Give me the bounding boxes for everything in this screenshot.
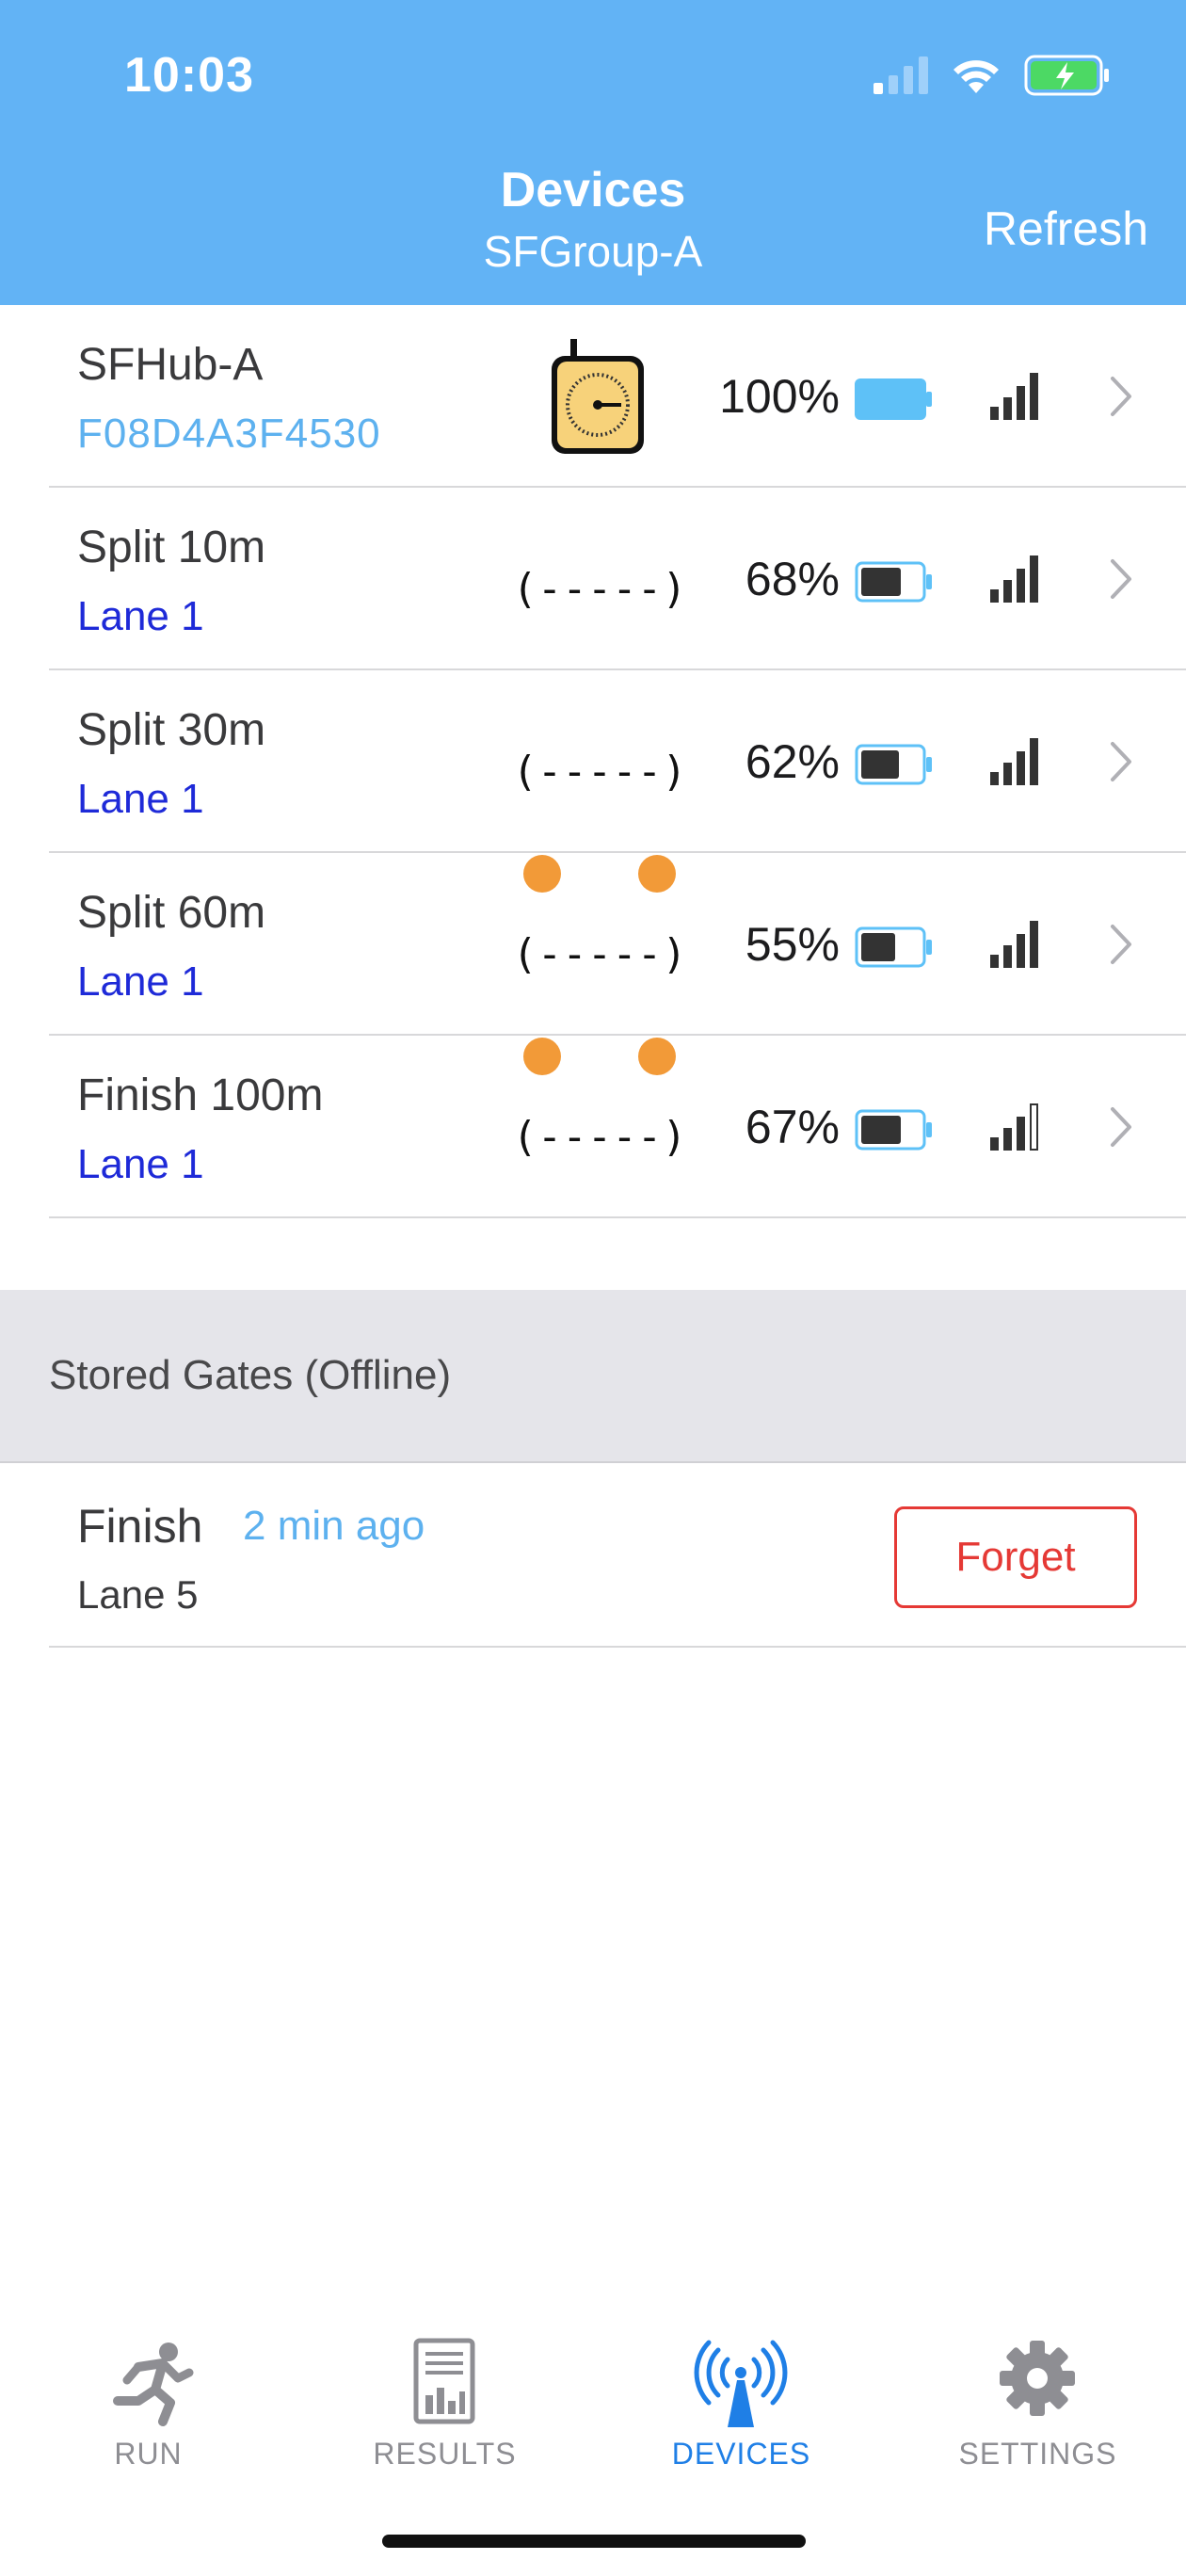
device-lane: Lane 1 bbox=[77, 1141, 204, 1187]
stored-gates-header: Stored Gates (Offline) bbox=[0, 1290, 1186, 1463]
chevron-right-icon[interactable] bbox=[1107, 736, 1135, 787]
svg-text:((-----)): ((-----)) bbox=[520, 1113, 680, 1161]
chevron-right-icon[interactable] bbox=[1107, 371, 1135, 422]
section-title: Stored Gates (Offline) bbox=[49, 1352, 452, 1398]
stored-gate-lane: Lane 5 bbox=[77, 1572, 199, 1617]
report-icon bbox=[413, 2338, 475, 2424]
device-name: Split 30m bbox=[77, 705, 266, 755]
stored-gate-time: 2 min ago bbox=[243, 1503, 425, 1549]
device-row-gate[interactable]: Split 10m Lane 1 ((-----)) 68% bbox=[49, 488, 1186, 670]
tab-bar: RUN RESULTS DEVICES SETTINGS bbox=[0, 2316, 1186, 2486]
device-list: SFHub-A F08D4A3F4530 100% Split 10m Lane… bbox=[0, 305, 1186, 1218]
device-name: Split 60m bbox=[77, 888, 266, 938]
device-lane: Lane 1 bbox=[77, 593, 204, 639]
status-dots bbox=[523, 1038, 676, 1079]
device-mac-address: F08D4A3F4530 bbox=[77, 411, 381, 457]
chevron-right-icon[interactable] bbox=[1107, 1102, 1135, 1152]
tab-results[interactable]: RESULTS bbox=[296, 2316, 593, 2486]
nav-header: 10:03 Devices SFGroup-A Refresh bbox=[0, 0, 1186, 305]
gate-beam-icon: ((-----)) bbox=[520, 930, 680, 978]
battery-percent: 55% bbox=[745, 918, 840, 971]
stored-gate-row: Finish 2 min ago Lane 5 Forget bbox=[49, 1465, 1186, 1648]
tab-devices[interactable]: DEVICES bbox=[593, 2316, 890, 2486]
runner-icon bbox=[113, 2343, 194, 2426]
stored-gate-name: Finish bbox=[77, 1500, 203, 1553]
status-icons bbox=[873, 55, 1111, 96]
device-lane: Lane 1 bbox=[77, 958, 204, 1005]
tab-label: DEVICES bbox=[671, 2437, 811, 2471]
tab-settings[interactable]: SETTINGS bbox=[890, 2316, 1186, 2486]
forget-button[interactable]: Forget bbox=[894, 1506, 1137, 1608]
signal-strength-icon bbox=[990, 921, 1038, 968]
battery-icon bbox=[855, 561, 932, 603]
battery-icon bbox=[855, 744, 932, 785]
device-row-gate[interactable]: Split 30m Lane 1 ((-----)) 62% bbox=[49, 670, 1186, 853]
svg-text:((-----)): ((-----)) bbox=[520, 748, 680, 796]
gate-beam-icon: ((-----)) bbox=[520, 565, 680, 613]
tab-run[interactable]: RUN bbox=[0, 2316, 296, 2486]
orange-status-dot bbox=[638, 855, 676, 893]
home-indicator bbox=[382, 2535, 806, 2548]
orange-status-dot bbox=[638, 1038, 676, 1075]
wifi-icon bbox=[954, 60, 999, 93]
battery-icon bbox=[855, 1109, 932, 1151]
battery-percent: 68% bbox=[745, 553, 840, 605]
gate-beam-icon: ((-----)) bbox=[520, 1113, 680, 1161]
battery-percent: 67% bbox=[745, 1101, 840, 1153]
device-lane: Lane 1 bbox=[77, 776, 204, 822]
chevron-right-icon[interactable] bbox=[1107, 919, 1135, 970]
status-dots bbox=[523, 855, 676, 896]
signal-strength-icon bbox=[990, 1103, 1038, 1151]
battery-charging-icon bbox=[1024, 55, 1109, 96]
svg-text:((-----)): ((-----)) bbox=[520, 930, 680, 978]
cellular-signal-icon bbox=[873, 56, 928, 94]
battery-icon bbox=[855, 926, 932, 968]
svg-text:((-----)): ((-----)) bbox=[520, 565, 680, 613]
signal-strength-icon bbox=[990, 738, 1038, 785]
tab-label: SETTINGS bbox=[958, 2437, 1117, 2471]
signal-strength-icon bbox=[990, 555, 1038, 603]
battery-percent: 100% bbox=[719, 370, 840, 423]
broadcast-icon bbox=[694, 2340, 788, 2427]
device-name: Finish 100m bbox=[77, 1071, 324, 1120]
gate-beam-icon: ((-----)) bbox=[520, 748, 680, 796]
chevron-right-icon[interactable] bbox=[1107, 554, 1135, 604]
device-row-hub[interactable]: SFHub-A F08D4A3F4530 100% bbox=[49, 305, 1186, 488]
gear-icon bbox=[1000, 2341, 1075, 2416]
tab-label: RUN bbox=[114, 2437, 183, 2471]
refresh-button[interactable]: Refresh bbox=[984, 201, 1148, 256]
tab-label: RESULTS bbox=[373, 2437, 517, 2471]
signal-strength-icon bbox=[990, 373, 1038, 420]
device-name: Split 10m bbox=[77, 523, 266, 572]
battery-percent: 62% bbox=[745, 735, 840, 788]
orange-status-dot bbox=[523, 855, 561, 893]
orange-status-dot bbox=[523, 1038, 561, 1075]
status-time: 10:03 bbox=[124, 48, 254, 103]
device-name: SFHub-A bbox=[77, 340, 264, 390]
device-row-gate[interactable]: Finish 100m Lane 1 ((-----)) 67% bbox=[49, 1036, 1186, 1218]
stopwatch-hub-icon bbox=[552, 339, 644, 454]
device-row-gate[interactable]: Split 60m Lane 1 ((-----)) 55% bbox=[49, 853, 1186, 1036]
battery-full-icon bbox=[855, 378, 932, 420]
